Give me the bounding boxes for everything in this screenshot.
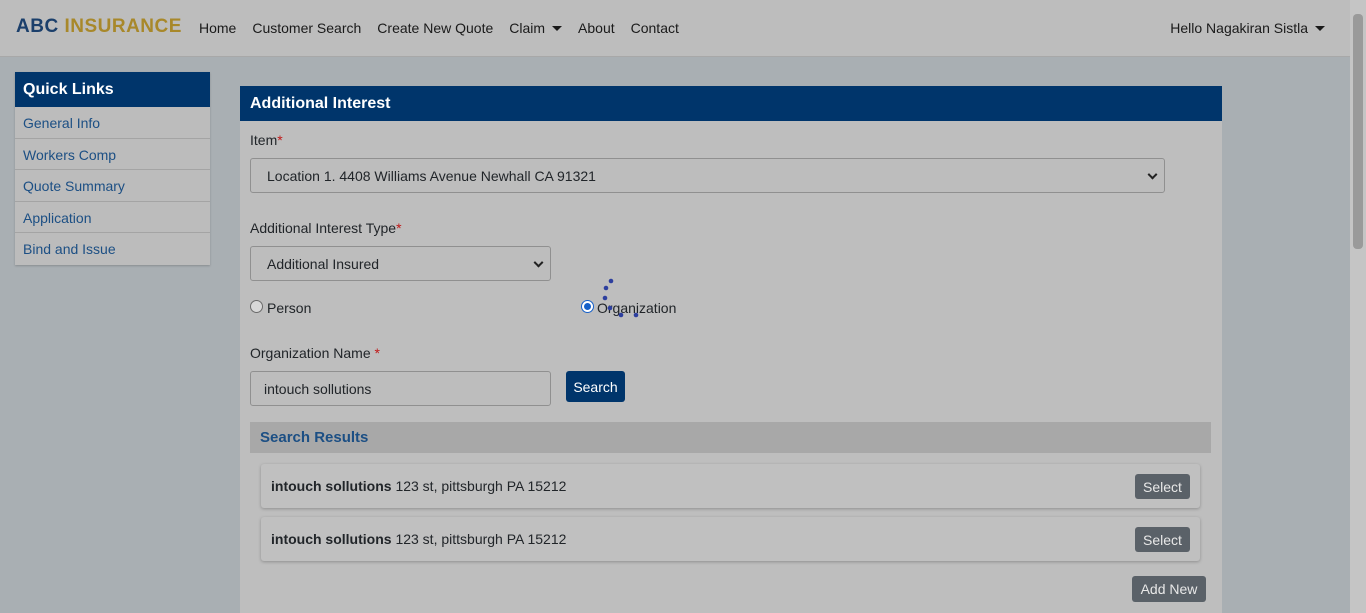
search-results-header: Search Results bbox=[250, 422, 1211, 453]
nav-claim-dropdown[interactable]: Claim bbox=[509, 20, 563, 36]
result-address: 123 st, pittsburgh PA 15212 bbox=[395, 478, 567, 494]
quick-link-bind-and-issue[interactable]: Bind and Issue bbox=[15, 233, 210, 265]
result-name: intouch sollutions bbox=[271, 531, 392, 547]
brand-part2: INSURANCE bbox=[64, 16, 182, 37]
select-button[interactable]: Select bbox=[1135, 527, 1190, 552]
panel-title: Additional Interest bbox=[240, 86, 1222, 121]
org-name-label: Organization Name * bbox=[250, 345, 380, 361]
scrollbar-thumb[interactable] bbox=[1353, 14, 1363, 249]
nav-contact[interactable]: Contact bbox=[631, 20, 679, 36]
user-menu[interactable]: Hello Nagakiran Sistla bbox=[1170, 20, 1325, 36]
type-label-text: Additional Interest Type bbox=[250, 220, 397, 236]
item-label-text: Item bbox=[250, 132, 278, 148]
org-name-label-text: Organization Name bbox=[250, 345, 371, 361]
additional-interest-panel: Additional Interest Item* Location 1. 44… bbox=[240, 86, 1222, 613]
quick-links-title: Quick Links bbox=[15, 72, 210, 107]
quick-link-workers-comp[interactable]: Workers Comp bbox=[15, 139, 210, 170]
radio-organization[interactable] bbox=[581, 300, 594, 313]
caret-down-icon bbox=[1315, 26, 1325, 31]
quick-links-panel: Quick Links General Info Workers Comp Qu… bbox=[15, 72, 210, 265]
user-greeting: Hello Nagakiran Sistla bbox=[1170, 20, 1308, 36]
quick-link-quote-summary[interactable]: Quote Summary bbox=[15, 170, 210, 202]
required-mark: * bbox=[396, 220, 402, 236]
type-label: Additional Interest Type* bbox=[250, 220, 402, 236]
result-text: intouch sollutions 123 st, pittsburgh PA… bbox=[271, 531, 566, 547]
item-select[interactable]: Location 1. 4408 Williams Avenue Newhall… bbox=[250, 158, 1165, 193]
quick-link-application[interactable]: Application bbox=[15, 202, 210, 233]
top-navbar: ABC INSURANCE Home Customer Search Creat… bbox=[0, 0, 1350, 57]
nav-about[interactable]: About bbox=[578, 20, 615, 36]
select-button[interactable]: Select bbox=[1135, 474, 1190, 499]
nav-home[interactable]: Home bbox=[199, 20, 236, 36]
nav-links: Home Customer Search Create New Quote Cl… bbox=[199, 20, 695, 36]
chevron-down-icon bbox=[1147, 169, 1158, 180]
required-mark: * bbox=[374, 345, 380, 361]
item-label: Item* bbox=[250, 132, 283, 148]
interest-type-select[interactable]: Additional Insured bbox=[250, 246, 551, 281]
nav-customer-search[interactable]: Customer Search bbox=[252, 20, 361, 36]
quick-link-general-info[interactable]: General Info bbox=[15, 107, 210, 139]
chevron-down-icon bbox=[533, 257, 544, 268]
nav-claim-label: Claim bbox=[509, 20, 546, 36]
radio-person-label[interactable]: Person bbox=[267, 300, 311, 316]
interest-type-value: Additional Insured bbox=[267, 255, 380, 272]
caret-down-icon bbox=[552, 26, 563, 31]
result-row: intouch sollutions 123 st, pittsburgh PA… bbox=[261, 464, 1200, 508]
radio-person[interactable] bbox=[250, 300, 263, 313]
result-row: intouch sollutions 123 st, pittsburgh PA… bbox=[261, 517, 1200, 561]
brand-logo[interactable]: ABC INSURANCE bbox=[16, 16, 182, 38]
result-text: intouch sollutions 123 st, pittsburgh PA… bbox=[271, 478, 566, 494]
org-name-input-value: intouch sollutions bbox=[264, 380, 372, 397]
loading-spinner-icon bbox=[602, 278, 639, 318]
result-address: 123 st, pittsburgh PA 15212 bbox=[395, 531, 567, 547]
brand-part1: ABC bbox=[16, 16, 59, 37]
org-name-input[interactable]: intouch sollutions bbox=[250, 371, 551, 406]
result-name: intouch sollutions bbox=[271, 478, 392, 494]
search-button[interactable]: Search bbox=[566, 371, 625, 402]
nav-create-quote[interactable]: Create New Quote bbox=[377, 20, 493, 36]
item-select-value: Location 1. 4408 Williams Avenue Newhall… bbox=[267, 167, 596, 184]
required-mark: * bbox=[277, 132, 283, 148]
add-new-button[interactable]: Add New bbox=[1132, 576, 1206, 602]
page-scrollbar[interactable] bbox=[1350, 0, 1366, 613]
